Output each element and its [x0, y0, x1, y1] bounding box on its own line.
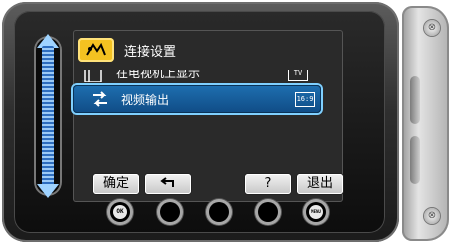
touch-slider[interactable] [34, 34, 62, 198]
hardware-button-4[interactable] [258, 202, 278, 222]
softkey-bar: 确定 ? 退出 [93, 174, 345, 196]
slider-down-arrow-icon[interactable] [37, 184, 59, 198]
menu-item-label: 视频输出 [121, 93, 170, 107]
help-button[interactable]: ? [245, 174, 291, 194]
slider-track[interactable] [42, 46, 54, 186]
back-button[interactable] [145, 174, 191, 194]
aspect-ratio-badge-icon: 16:9 [295, 92, 315, 107]
menu-icon: MENU [309, 205, 323, 219]
menu-title: 连接设置 [124, 45, 177, 60]
hinge-panel: ⊗ ⊗ [402, 6, 449, 241]
menu-header: 连接设置 [78, 38, 328, 64]
tv-badge-icon: TV [288, 70, 308, 81]
ok-hardware-button[interactable]: OK [110, 202, 130, 222]
lcd-screen: 连接设置 在电视机上显示 TV 视频输出 16:9 确定 ? 退出 [73, 30, 343, 202]
screw-icon: ⊗ [424, 208, 440, 224]
menu-hardware-button[interactable]: MENU [306, 202, 326, 222]
exit-button[interactable]: 退出 [297, 174, 343, 194]
hardware-button-2[interactable] [160, 202, 180, 222]
ok-icon: OK [113, 205, 127, 219]
menu-item-video-output[interactable]: 视频输出 16:9 [73, 85, 321, 113]
video-output-icon [91, 90, 109, 108]
screw-icon: ⊗ [424, 20, 440, 36]
return-arrow-icon [160, 177, 174, 187]
hardware-button-3[interactable] [209, 202, 229, 222]
hinge-notch [410, 136, 420, 184]
confirm-button[interactable]: 确定 [93, 174, 139, 194]
tv-display-icon [84, 70, 102, 82]
menu-item-tv-display[interactable]: 在电视机上显示 TV [78, 70, 310, 82]
menu-item-label: 在电视机上显示 [116, 70, 201, 80]
connection-settings-icon [78, 38, 114, 62]
hinge-notch [410, 76, 420, 124]
